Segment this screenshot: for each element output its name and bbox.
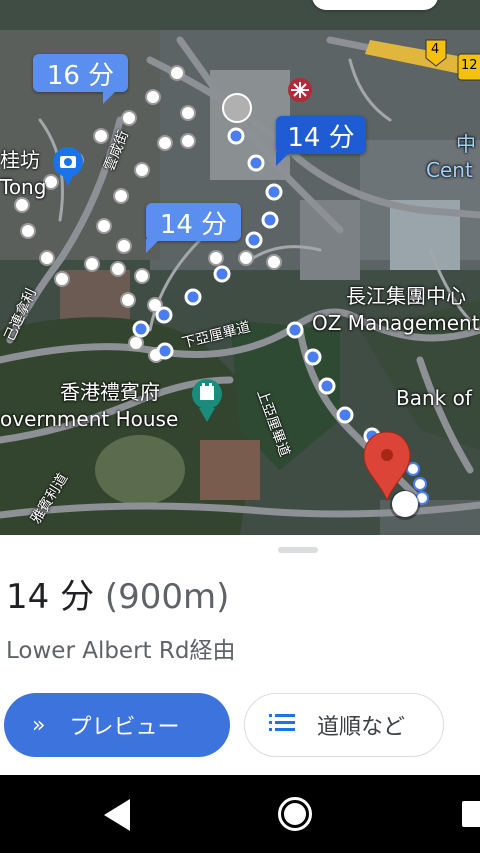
mtr-icon[interactable] [288,78,312,102]
map-label-tong: Tong [0,175,47,199]
map-label-government-house-en: overnment House [0,407,179,431]
preview-button-label: プレビュー [69,715,180,740]
distance-value: (900m) [104,577,230,617]
bubble-tail [146,239,160,253]
bubble-tail [103,90,117,104]
list-icon [269,712,295,738]
route-bottom-sheet[interactable]: 14 分 (900m) Lower Albert Rd経由 » プレビュー 道順… [0,535,480,775]
map-view[interactable]: 16 分 14 分 14 分 桂坊 Tong 香港禮賓府 overnment H… [0,0,480,535]
drag-handle[interactable] [278,547,318,553]
steps-button-label: 道順など [317,715,406,740]
map-label-gui-fong: 桂坊 [0,148,40,172]
route-time-label: 14 分 [287,122,355,153]
route-time-bubble-primary[interactable]: 14 分 [276,116,366,166]
route-badge-number: 4 [431,42,440,57]
route-time-bubble-alt-1[interactable]: 16 分 [33,54,128,104]
system-navigation-bar [0,775,480,853]
route-time-bubble-alt-2[interactable]: 14 分 [146,203,241,253]
corner-badge-number: 12 [461,58,478,73]
route-time-label: 14 分 [159,209,228,240]
steps-button[interactable]: 道順など [244,693,444,757]
map-label-government-house-zh: 香港禮賓府 [60,380,160,404]
top-search-pill[interactable] [312,0,438,10]
route-duration: 14 分 (900m) [6,569,229,618]
home-icon[interactable] [278,797,312,831]
map-label-bank-of: Bank of [396,386,472,410]
map-label-cheung-kong-zh: 長江集團中心 [346,284,466,308]
origin-dot-icon [390,490,420,520]
map-label-central-en: Cent [426,158,473,182]
map-label-central-zh: 中 [456,132,476,156]
back-icon[interactable] [104,799,130,831]
duration-value: 14 分 [6,577,95,617]
bubble-tail [276,152,290,166]
route-via: Lower Albert Rd経由 [6,638,236,664]
map-label-cheung-kong-en: OZ Management [312,311,480,335]
route-time-label: 16 分 [46,60,115,91]
double-chevron-icon: » [32,712,46,738]
preview-button[interactable]: » プレビュー [4,693,230,757]
recent-apps-icon[interactable] [462,801,480,827]
